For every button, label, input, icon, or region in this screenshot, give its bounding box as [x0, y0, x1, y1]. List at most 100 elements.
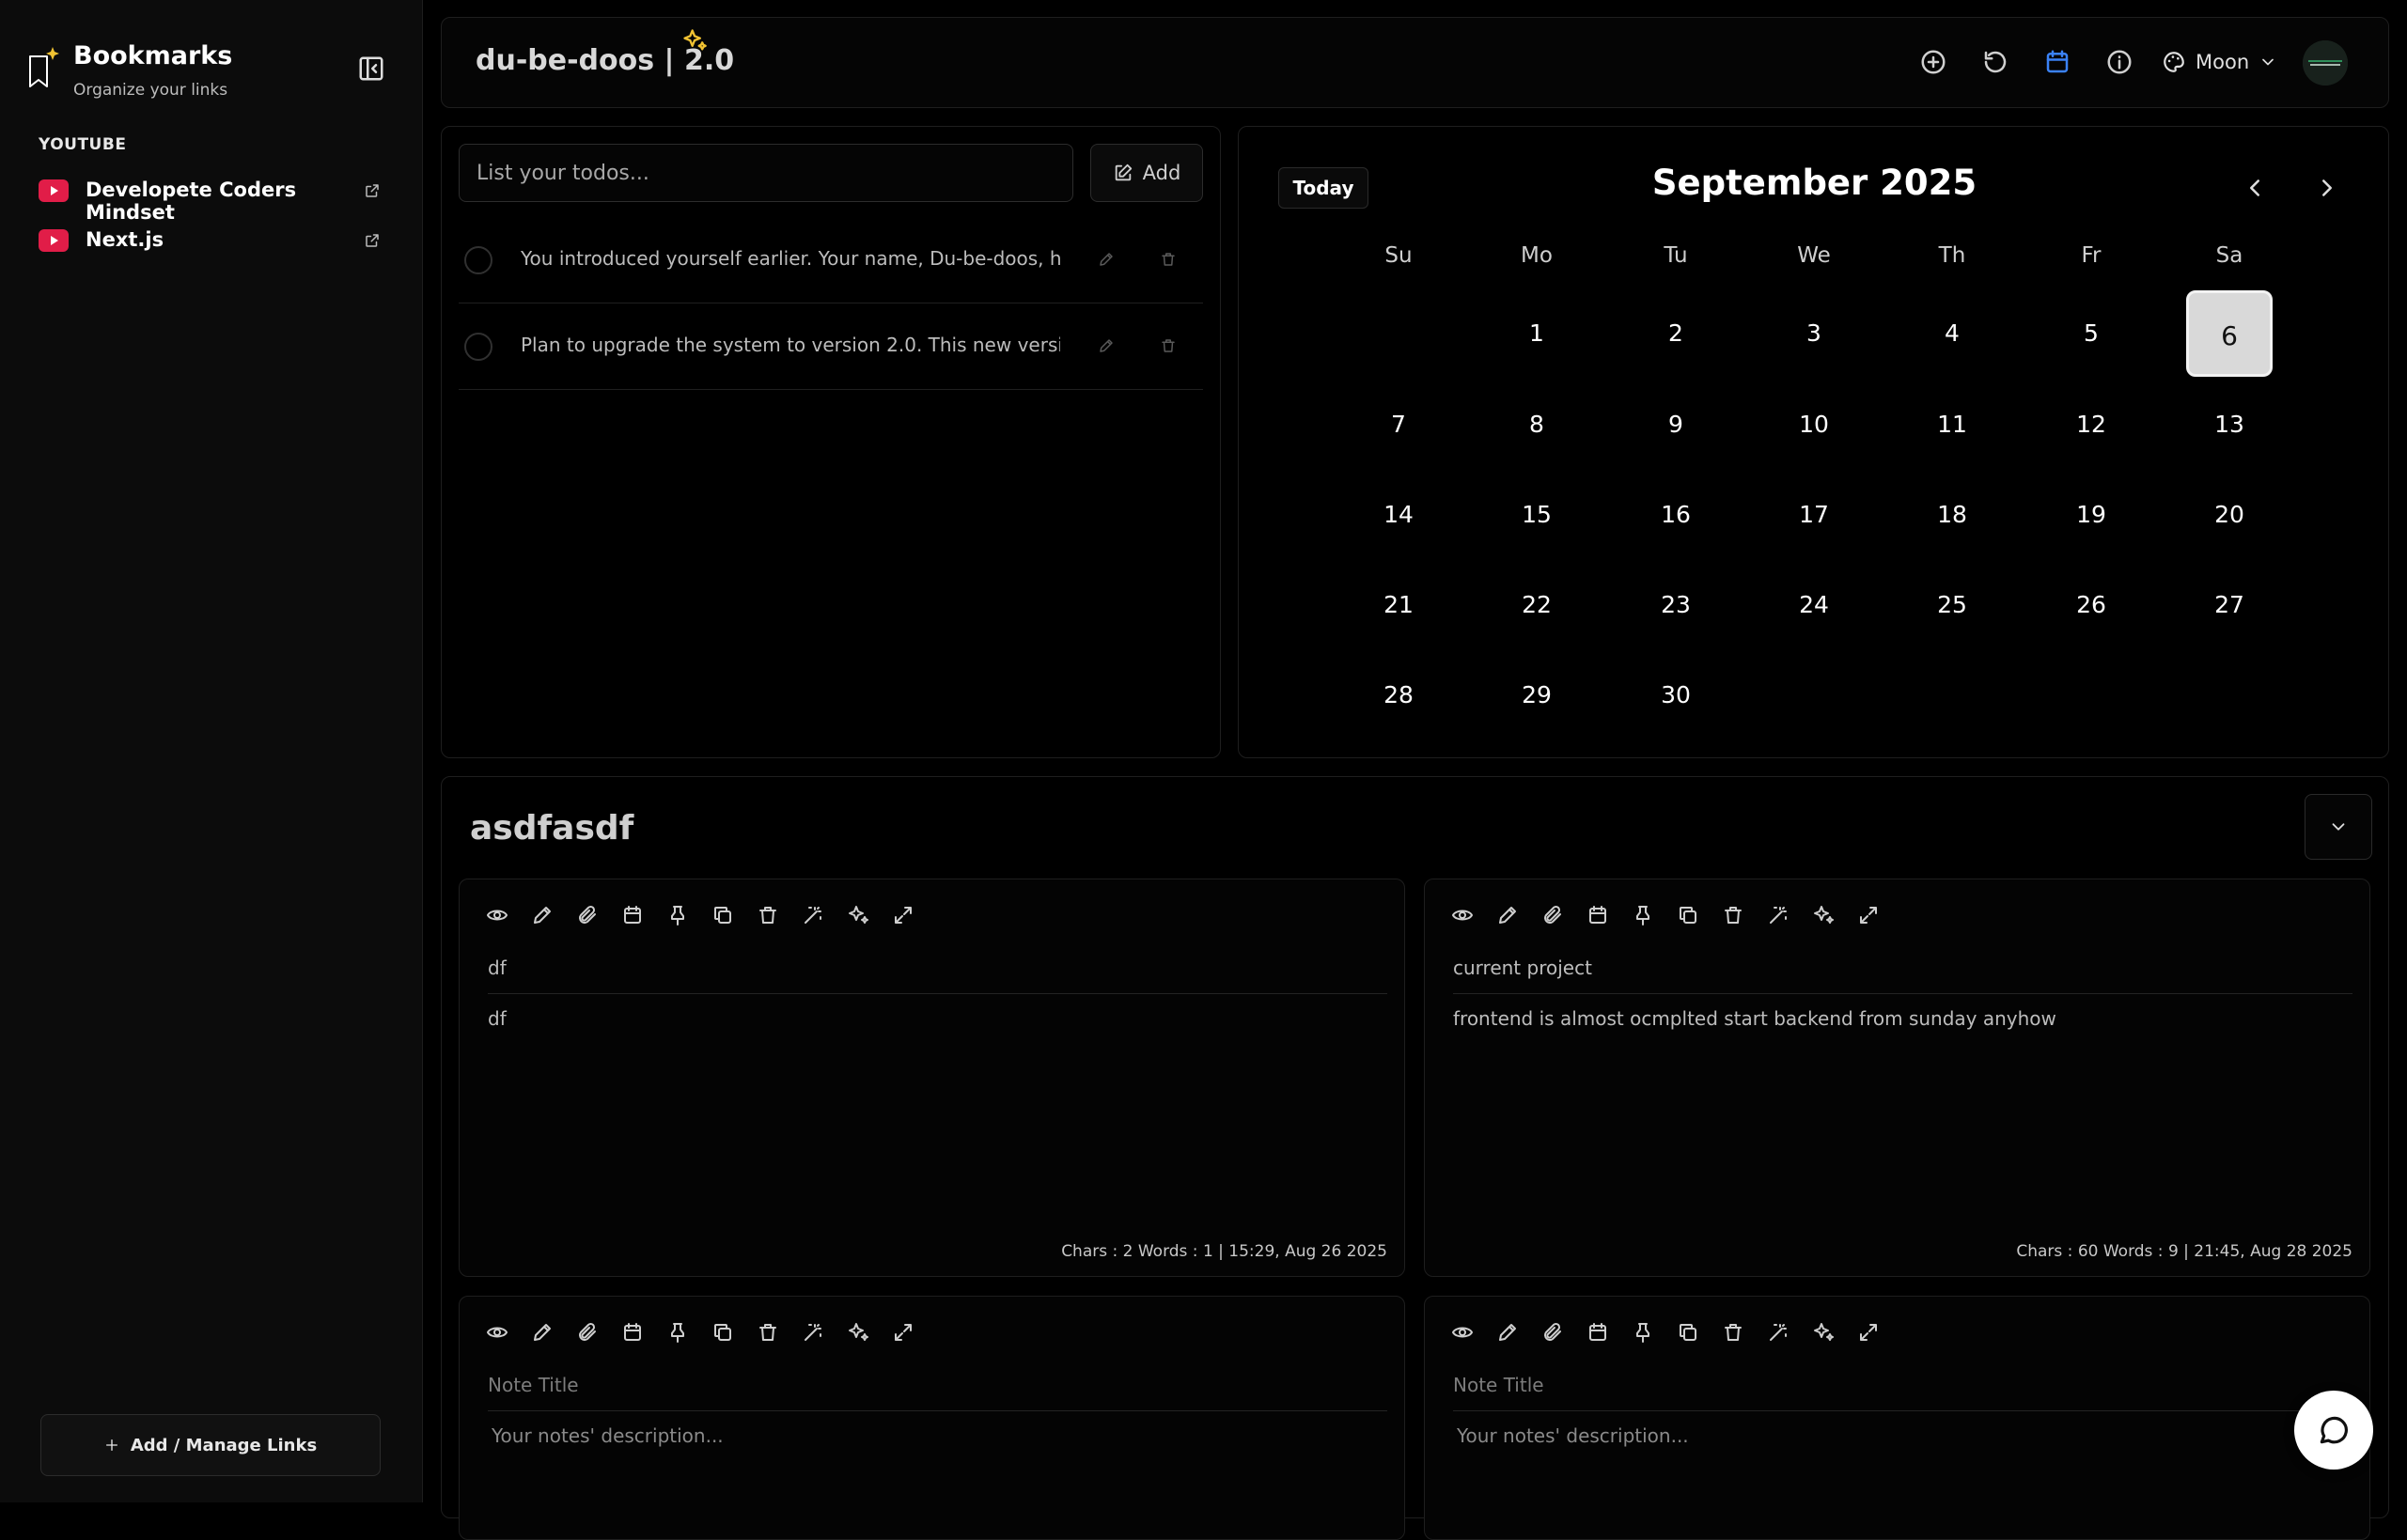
expand-icon[interactable]: [892, 1321, 914, 1344]
calendar-day[interactable]: 25: [1909, 562, 1995, 648]
calendar-day[interactable]: 17: [1771, 472, 1857, 558]
trash-icon[interactable]: [757, 1321, 779, 1344]
pin-icon[interactable]: [666, 1321, 689, 1344]
calendar-day[interactable]: 15: [1493, 472, 1580, 558]
calendar-day[interactable]: 19: [2048, 472, 2134, 558]
eye-icon[interactable]: [486, 904, 508, 926]
paperclip-icon[interactable]: [1541, 904, 1564, 926]
calendar-day[interactable]: 22: [1493, 562, 1580, 648]
calendar-day[interactable]: 11: [1909, 381, 1995, 468]
calendar-day[interactable]: 26: [2048, 562, 2134, 648]
add-manage-links-button[interactable]: Add / Manage Links: [40, 1414, 381, 1476]
calendar-day[interactable]: 28: [1355, 652, 1442, 739]
calendar-icon[interactable]: [621, 1321, 644, 1344]
external-link-icon[interactable]: [364, 182, 381, 199]
pin-icon[interactable]: [666, 904, 689, 926]
calendar-day[interactable]: 16: [1633, 472, 1719, 558]
expand-icon[interactable]: [892, 904, 914, 926]
note-description-input[interactable]: Your notes' description...: [1457, 1424, 2352, 1447]
sidebar-link-developete[interactable]: Developete Coders Mindset: [39, 175, 386, 224]
trash-icon[interactable]: [757, 904, 779, 926]
chat-button[interactable]: [2294, 1391, 2373, 1470]
calendar-day[interactable]: 10: [1771, 381, 1857, 468]
sparkles-icon[interactable]: [847, 904, 869, 926]
pencil-icon[interactable]: [1098, 251, 1115, 268]
add-todo-button[interactable]: Add: [1090, 144, 1203, 202]
magic-wand-icon[interactable]: [802, 1321, 824, 1344]
todo-text[interactable]: Plan to upgrade the system to version 2.…: [521, 334, 1060, 356]
eye-icon[interactable]: [486, 1321, 508, 1344]
pencil-icon[interactable]: [1496, 1321, 1519, 1344]
copy-icon[interactable]: [711, 1321, 734, 1344]
pencil-icon[interactable]: [1496, 904, 1519, 926]
calendar-day[interactable]: 23: [1633, 562, 1719, 648]
copy-icon[interactable]: [1677, 1321, 1699, 1344]
calendar-day[interactable]: 24: [1771, 562, 1857, 648]
calendar-icon[interactable]: [621, 904, 644, 926]
pin-icon[interactable]: [1632, 904, 1654, 926]
pencil-icon[interactable]: [531, 1321, 554, 1344]
calendar-day[interactable]: 3: [1771, 290, 1857, 377]
eye-icon[interactable]: [1451, 904, 1474, 926]
calendar-day[interactable]: 1: [1493, 290, 1580, 377]
note-body[interactable]: df: [488, 1007, 1387, 1030]
note-body[interactable]: frontend is almost ocmplted start backen…: [1453, 1007, 2352, 1030]
todo-input[interactable]: [459, 144, 1073, 202]
magic-wand-icon[interactable]: [1767, 904, 1790, 926]
info-icon[interactable]: [2105, 48, 2133, 76]
note-title-input[interactable]: Note Title: [1453, 1374, 2352, 1411]
todo-text[interactable]: You introduced yourself earlier. Your na…: [521, 247, 1060, 270]
pin-icon[interactable]: [1632, 1321, 1654, 1344]
calendar-day[interactable]: 7: [1355, 381, 1442, 468]
calendar-day[interactable]: 8: [1493, 381, 1580, 468]
calendar-day[interactable]: 14: [1355, 472, 1442, 558]
copy-icon[interactable]: [1677, 904, 1699, 926]
sparkles-icon[interactable]: [1812, 904, 1835, 926]
avatar[interactable]: [2303, 40, 2348, 86]
calendar-icon[interactable]: [1586, 904, 1609, 926]
note-title[interactable]: df: [488, 957, 1387, 994]
paperclip-icon[interactable]: [576, 904, 599, 926]
note-title[interactable]: current project: [1453, 957, 2352, 994]
todo-checkbox[interactable]: [464, 246, 492, 274]
pencil-icon[interactable]: [531, 904, 554, 926]
plus-circle-icon[interactable]: [1919, 48, 1947, 76]
sparkles-icon[interactable]: [1812, 1321, 1835, 1344]
trash-icon[interactable]: [1160, 337, 1177, 354]
paperclip-icon[interactable]: [1541, 1321, 1564, 1344]
paperclip-icon[interactable]: [576, 1321, 599, 1344]
expand-icon[interactable]: [1857, 904, 1880, 926]
calendar-day[interactable]: 29: [1493, 652, 1580, 739]
magic-wand-icon[interactable]: [802, 904, 824, 926]
calendar-day[interactable]: 2: [1633, 290, 1719, 377]
calendar-icon[interactable]: [2043, 48, 2071, 76]
calendar-day[interactable]: 12: [2048, 381, 2134, 468]
copy-icon[interactable]: [711, 904, 734, 926]
calendar-day-selected[interactable]: 6: [2186, 290, 2273, 377]
eye-icon[interactable]: [1451, 1321, 1474, 1344]
refresh-icon[interactable]: [1981, 48, 2009, 76]
sidebar-link-nextjs[interactable]: Next.js: [39, 225, 386, 258]
trash-icon[interactable]: [1722, 1321, 1744, 1344]
chevron-right-icon[interactable]: [2313, 174, 2341, 202]
calendar-day[interactable]: 13: [2186, 381, 2273, 468]
calendar-day[interactable]: 4: [1909, 290, 1995, 377]
calendar-icon[interactable]: [1586, 1321, 1609, 1344]
expand-icon[interactable]: [1857, 1321, 1880, 1344]
collapse-sidebar-icon[interactable]: [357, 54, 385, 83]
magic-wand-icon[interactable]: [1767, 1321, 1790, 1344]
pencil-icon[interactable]: [1098, 337, 1115, 354]
theme-selector[interactable]: Moon: [2162, 48, 2277, 76]
trash-icon[interactable]: [1722, 904, 1744, 926]
calendar-day[interactable]: 20: [2186, 472, 2273, 558]
sparkles-icon[interactable]: [847, 1321, 869, 1344]
trash-icon[interactable]: [1160, 251, 1177, 268]
calendar-day[interactable]: 18: [1909, 472, 1995, 558]
external-link-icon[interactable]: [364, 232, 381, 249]
calendar-day[interactable]: 21: [1355, 562, 1442, 648]
note-title-input[interactable]: Note Title: [488, 1374, 1387, 1411]
note-description-input[interactable]: Your notes' description...: [492, 1424, 1387, 1447]
calendar-day[interactable]: 5: [2048, 290, 2134, 377]
calendar-day[interactable]: 9: [1633, 381, 1719, 468]
chevron-left-icon[interactable]: [2241, 174, 2269, 202]
